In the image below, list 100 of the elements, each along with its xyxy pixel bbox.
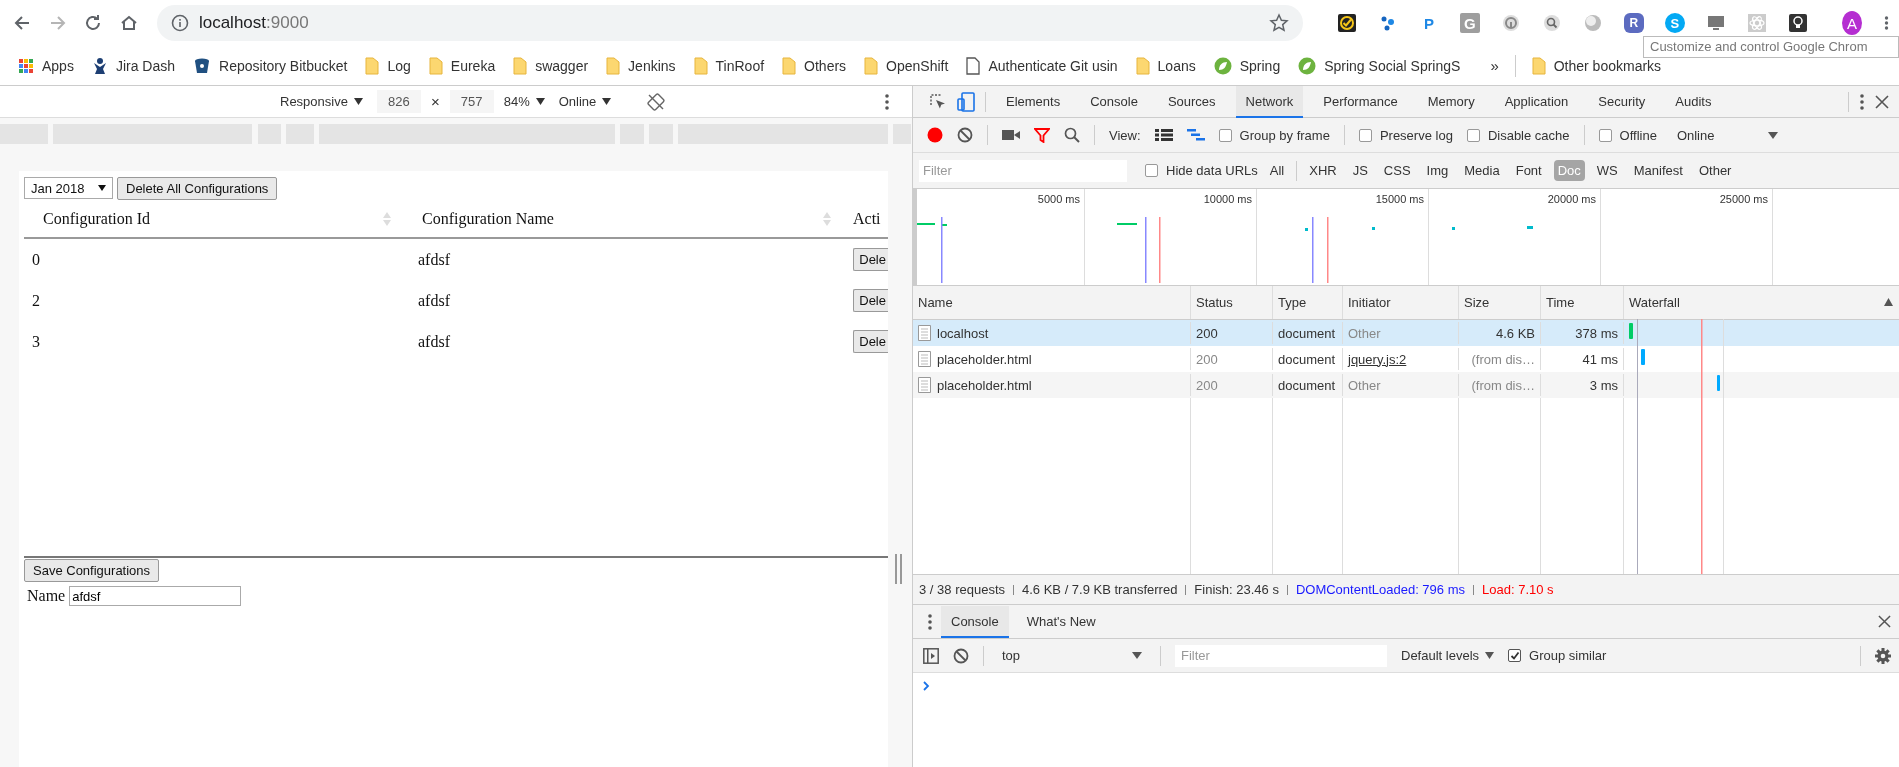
- bookmark-link[interactable]: Eureka: [420, 53, 504, 78]
- request-row[interactable]: localhost 200 document Other 4.6 KB 378 ms: [913, 320, 1899, 346]
- type-filter-button[interactable]: All: [1265, 160, 1289, 181]
- bookmark-link[interactable]: Apps: [10, 54, 82, 77]
- option-checkbox[interactable]: Group by frame: [1218, 127, 1330, 143]
- clear-icon[interactable]: [957, 127, 973, 143]
- bookmark-link[interactable]: Jenkins: [598, 53, 684, 78]
- caret-icon[interactable]: [1768, 131, 1779, 139]
- sort-icon[interactable]: [1884, 298, 1893, 306]
- bookmark-link[interactable]: TinRoof: [685, 53, 773, 78]
- devtools-tab[interactable]: Network: [1235, 85, 1304, 118]
- option-checkbox[interactable]: Disable cache: [1466, 127, 1570, 143]
- checkbox[interactable]: [1358, 128, 1372, 142]
- devtools-tab[interactable]: Application: [1494, 85, 1579, 118]
- record-button[interactable]: [927, 127, 943, 143]
- magnifier-extension-icon[interactable]: [1541, 13, 1562, 33]
- type-filter-button[interactable]: XHR: [1305, 160, 1341, 181]
- column-header[interactable]: Acti: [836, 209, 888, 228]
- devtools-tab[interactable]: Elements: [996, 85, 1071, 118]
- delete-button[interactable]: Dele: [853, 330, 888, 353]
- more-bookmarks-button[interactable]: »: [1482, 57, 1507, 74]
- checkbox[interactable]: [1508, 649, 1522, 662]
- checkbox[interactable]: [1218, 128, 1232, 142]
- rotate-icon[interactable]: [647, 92, 666, 111]
- checkbox[interactable]: [1598, 128, 1612, 142]
- device-dropdown[interactable]: Responsive: [280, 94, 363, 109]
- devtools-tab[interactable]: Sources: [1157, 85, 1226, 118]
- device-mode-icon[interactable]: [957, 91, 975, 112]
- checkbox[interactable]: [1145, 164, 1158, 177]
- drawer-tab[interactable]: What's New: [1016, 605, 1106, 638]
- type-filter-button[interactable]: Other: [1694, 160, 1736, 181]
- height-field[interactable]: 757: [449, 90, 494, 113]
- menu-icon[interactable]: [927, 612, 933, 631]
- letter-extension-icon[interactable]: P: [1418, 13, 1439, 33]
- column-header[interactable]: Time: [1541, 286, 1624, 319]
- column-header[interactable]: Initiator: [1343, 286, 1459, 319]
- initiator-link[interactable]: jquery.js:2: [1348, 351, 1407, 367]
- search-icon[interactable]: [1064, 127, 1080, 143]
- type-filter-button[interactable]: Font: [1511, 160, 1546, 181]
- bookmark-link[interactable]: Jira Dash: [83, 53, 184, 78]
- filter-field[interactable]: Filter: [1175, 644, 1387, 667]
- option-checkbox[interactable]: Hide data URLs: [1145, 163, 1258, 178]
- delete-button[interactable]: Dele: [853, 289, 888, 312]
- inspect-icon[interactable]: [929, 92, 947, 111]
- menu-icon[interactable]: [1884, 13, 1889, 33]
- delete-button[interactable]: Dele: [853, 248, 888, 271]
- option-checkbox[interactable]: Group similar: [1508, 648, 1607, 663]
- throttle-dropdown[interactable]: Online: [1676, 127, 1715, 143]
- throttle-dropdown[interactable]: Online: [558, 94, 612, 109]
- bookmark-link[interactable]: Spring Social SpringS: [1290, 53, 1469, 78]
- bulb-extension-icon[interactable]: [1787, 13, 1808, 33]
- profile-avatar[interactable]: A: [1841, 11, 1862, 35]
- name-field[interactable]: afdsf: [69, 586, 242, 606]
- save-button[interactable]: Save Configurations: [24, 559, 160, 582]
- sidebar-icon[interactable]: [923, 647, 939, 664]
- bookmark-link[interactable]: Others: [774, 53, 855, 78]
- bookmark-link[interactable]: OpenShift: [856, 53, 957, 78]
- bookmark-link[interactable]: Loans: [1127, 53, 1204, 78]
- devtools-tab[interactable]: Console: [1080, 85, 1148, 118]
- menu-icon[interactable]: [1859, 92, 1865, 111]
- delete-all-button[interactable]: Delete All Configurations: [117, 177, 278, 200]
- column-header[interactable]: Status: [1191, 286, 1273, 319]
- drawer-tab[interactable]: Console: [941, 605, 1009, 638]
- resize-handle-icon[interactable]: [895, 554, 902, 584]
- menu-icon[interactable]: [884, 92, 890, 111]
- type-filter-button[interactable]: WS: [1592, 160, 1622, 181]
- filter-icon[interactable]: [1034, 127, 1050, 143]
- camera-icon[interactable]: [1002, 129, 1020, 141]
- type-filter-button[interactable]: Img: [1422, 160, 1453, 181]
- month-select[interactable]: Jan 2018: [24, 177, 113, 199]
- column-header[interactable]: Configuration Name: [396, 209, 836, 228]
- checkmark-extension-icon[interactable]: [1336, 13, 1357, 33]
- option-checkbox[interactable]: Offline: [1598, 127, 1657, 143]
- request-row[interactable]: placeholder.html 200 document Other (from dis… 3 ms: [913, 372, 1899, 398]
- width-field[interactable]: 826: [376, 90, 421, 113]
- address-field[interactable]: localhost:9000: [156, 5, 1303, 41]
- devtools-tab[interactable]: Performance: [1313, 85, 1408, 118]
- column-header[interactable]: Waterfall: [1624, 286, 1899, 319]
- info-icon[interactable]: [170, 14, 189, 32]
- devtools-tab[interactable]: Memory: [1417, 85, 1485, 118]
- ring-extension-icon[interactable]: [1500, 13, 1521, 33]
- close-icon[interactable]: [1875, 94, 1889, 109]
- type-filter-button[interactable]: JS: [1348, 160, 1372, 181]
- letter-extension-icon[interactable]: R: [1623, 13, 1644, 33]
- column-header[interactable]: Name: [913, 286, 1191, 319]
- zoom-dropdown[interactable]: 84%: [503, 94, 545, 109]
- column-header[interactable]: Size: [1459, 286, 1541, 319]
- levels-dropdown[interactable]: Default levels: [1401, 648, 1495, 663]
- bookmark-link[interactable]: Authenticate Git usin: [958, 53, 1126, 78]
- column-header[interactable]: Configuration Id: [24, 209, 396, 228]
- bookmark-link[interactable]: Spring: [1205, 53, 1289, 78]
- type-filter-button[interactable]: Media: [1460, 160, 1504, 181]
- devtools-tab[interactable]: Audits: [1665, 85, 1722, 118]
- clear-icon[interactable]: [953, 647, 969, 664]
- list-view-icon[interactable]: [1154, 128, 1173, 142]
- context-dropdown[interactable]: top: [998, 648, 1146, 663]
- bookmark-link[interactable]: Repository Bitbucket: [185, 53, 356, 78]
- checkbox[interactable]: [1466, 128, 1480, 142]
- bookmark-link[interactable]: swagger: [505, 53, 597, 78]
- monitor-extension-icon[interactable]: [1705, 13, 1726, 33]
